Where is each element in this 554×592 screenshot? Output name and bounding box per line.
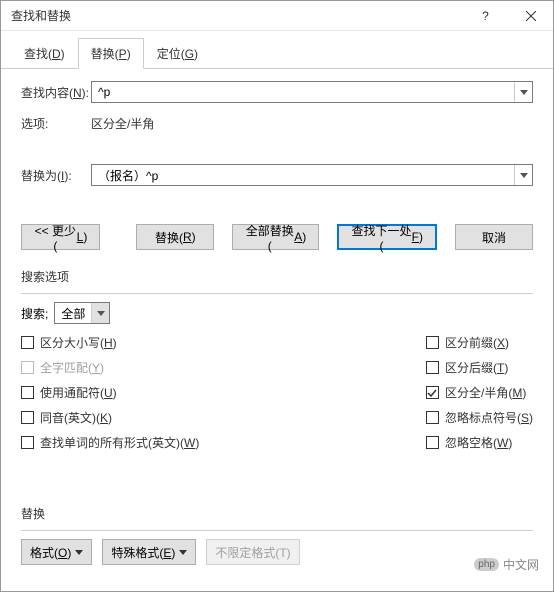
checkbox-box <box>21 386 34 399</box>
checkbox-columns: 区分大小写(H) 全字匹配(Y) 使用通配符(U) 同音(英文)(K) 查找单词… <box>21 334 533 451</box>
help-button[interactable]: ? <box>463 1 508 31</box>
bottom-section: 替换 格式(O) 特殊格式(E) 不限定格式(T) <box>21 505 533 579</box>
search-direction-row: 搜索; 全部 <box>21 302 533 324</box>
replace-combo[interactable] <box>91 164 533 186</box>
bottom-buttons: 格式(O) 特殊格式(E) 不限定格式(T) <box>21 539 533 565</box>
action-buttons: << 更少(L) 替换(R) 全部替换(A) 查找下一处(F) 取消 <box>21 224 533 250</box>
find-combo[interactable] <box>91 81 533 103</box>
whole-word-checkbox: 全字匹配(Y) <box>21 359 199 376</box>
search-direction-select[interactable]: 全部 <box>54 302 110 324</box>
checkbox-box <box>426 411 439 424</box>
replace-all-button[interactable]: 全部替换(A) <box>232 224 319 250</box>
close-icon <box>526 11 536 21</box>
checkbox-box <box>426 361 439 374</box>
tab-find[interactable]: 查找(D) <box>11 38 78 69</box>
replace-button[interactable]: 替换(R) <box>136 224 214 250</box>
wildcards-checkbox[interactable]: 使用通配符(U) <box>21 384 199 401</box>
checkbox-box <box>426 386 439 399</box>
options-value: 区分全/半角 <box>91 115 154 132</box>
replace-label: 替换为(I): <box>21 167 91 184</box>
tab-goto[interactable]: 定位(G) <box>144 38 211 69</box>
less-button[interactable]: << 更少(L) <box>21 224 100 250</box>
find-row: 查找内容(N): <box>21 81 533 103</box>
checkbox-box <box>426 336 439 349</box>
full-half-checkbox[interactable]: 区分全/半角(M) <box>426 384 533 401</box>
checkbox-box <box>21 411 34 424</box>
ignore-punct-checkbox[interactable]: 忽略标点符号(S) <box>426 409 533 426</box>
checkbox-left-column: 区分大小写(H) 全字匹配(Y) 使用通配符(U) 同音(英文)(K) 查找单词… <box>21 334 199 451</box>
word-forms-checkbox[interactable]: 查找单词的所有形式(英文)(W) <box>21 434 199 451</box>
ignore-space-checkbox[interactable]: 忽略空格(W) <box>426 434 533 451</box>
checkbox-box <box>21 436 34 449</box>
tab-bar: 查找(D) 替换(P) 定位(G) <box>1 31 553 69</box>
format-button[interactable]: 格式(O) <box>21 539 92 565</box>
close-button[interactable] <box>508 1 553 31</box>
bottom-label: 替换 <box>21 505 533 531</box>
dialog-content: 查找内容(N): 选项: 区分全/半角 替换为(I): << 更少(L) 替换(… <box>1 69 553 591</box>
window-title: 查找和替换 <box>1 7 463 24</box>
checkbox-box <box>21 336 34 349</box>
search-direction-value: 全部 <box>55 305 91 322</box>
chevron-down-icon <box>520 173 528 178</box>
watermark: php 中文网 <box>474 556 539 573</box>
checkbox-right-column: 区分前缀(X) 区分后缀(T) 区分全/半角(M) 忽略标点符号(S) 忽略空格… <box>426 334 533 451</box>
replace-row: 替换为(I): <box>21 164 533 186</box>
checkbox-box <box>21 361 34 374</box>
titlebar: 查找和替换 ? <box>1 1 553 31</box>
find-label: 查找内容(N): <box>21 84 91 101</box>
match-case-checkbox[interactable]: 区分大小写(H) <box>21 334 199 351</box>
tab-replace[interactable]: 替换(P) <box>78 38 144 69</box>
caret-down-icon <box>179 550 187 555</box>
replace-dropdown-button[interactable] <box>514 165 532 185</box>
sounds-like-checkbox[interactable]: 同音(英文)(K) <box>21 409 199 426</box>
caret-down-icon <box>75 550 83 555</box>
checkbox-box <box>426 436 439 449</box>
options-row: 选项: 区分全/半角 <box>21 115 533 132</box>
no-format-button: 不限定格式(T) <box>206 539 299 565</box>
dialog-window: 查找和替换 ? 查找(D) 替换(P) 定位(G) 查找内容(N): 选项: 区… <box>0 0 554 592</box>
find-next-button[interactable]: 查找下一处(F) <box>337 224 437 250</box>
cancel-button[interactable]: 取消 <box>455 224 533 250</box>
chevron-down-icon <box>97 311 105 316</box>
search-direction-dropdown-button[interactable] <box>91 303 109 323</box>
prefix-checkbox[interactable]: 区分前缀(X) <box>426 334 533 351</box>
watermark-text: 中文网 <box>503 556 539 573</box>
chevron-down-icon <box>520 90 528 95</box>
find-input[interactable] <box>92 82 514 102</box>
find-dropdown-button[interactable] <box>514 82 532 102</box>
replace-input[interactable] <box>92 165 514 185</box>
options-label: 选项: <box>21 115 91 132</box>
watermark-logo: php <box>474 558 499 571</box>
search-options-label: 搜索选项 <box>21 268 533 294</box>
search-direction-label: 搜索; <box>21 305 48 322</box>
special-format-button[interactable]: 特殊格式(E) <box>102 539 196 565</box>
suffix-checkbox[interactable]: 区分后缀(T) <box>426 359 533 376</box>
